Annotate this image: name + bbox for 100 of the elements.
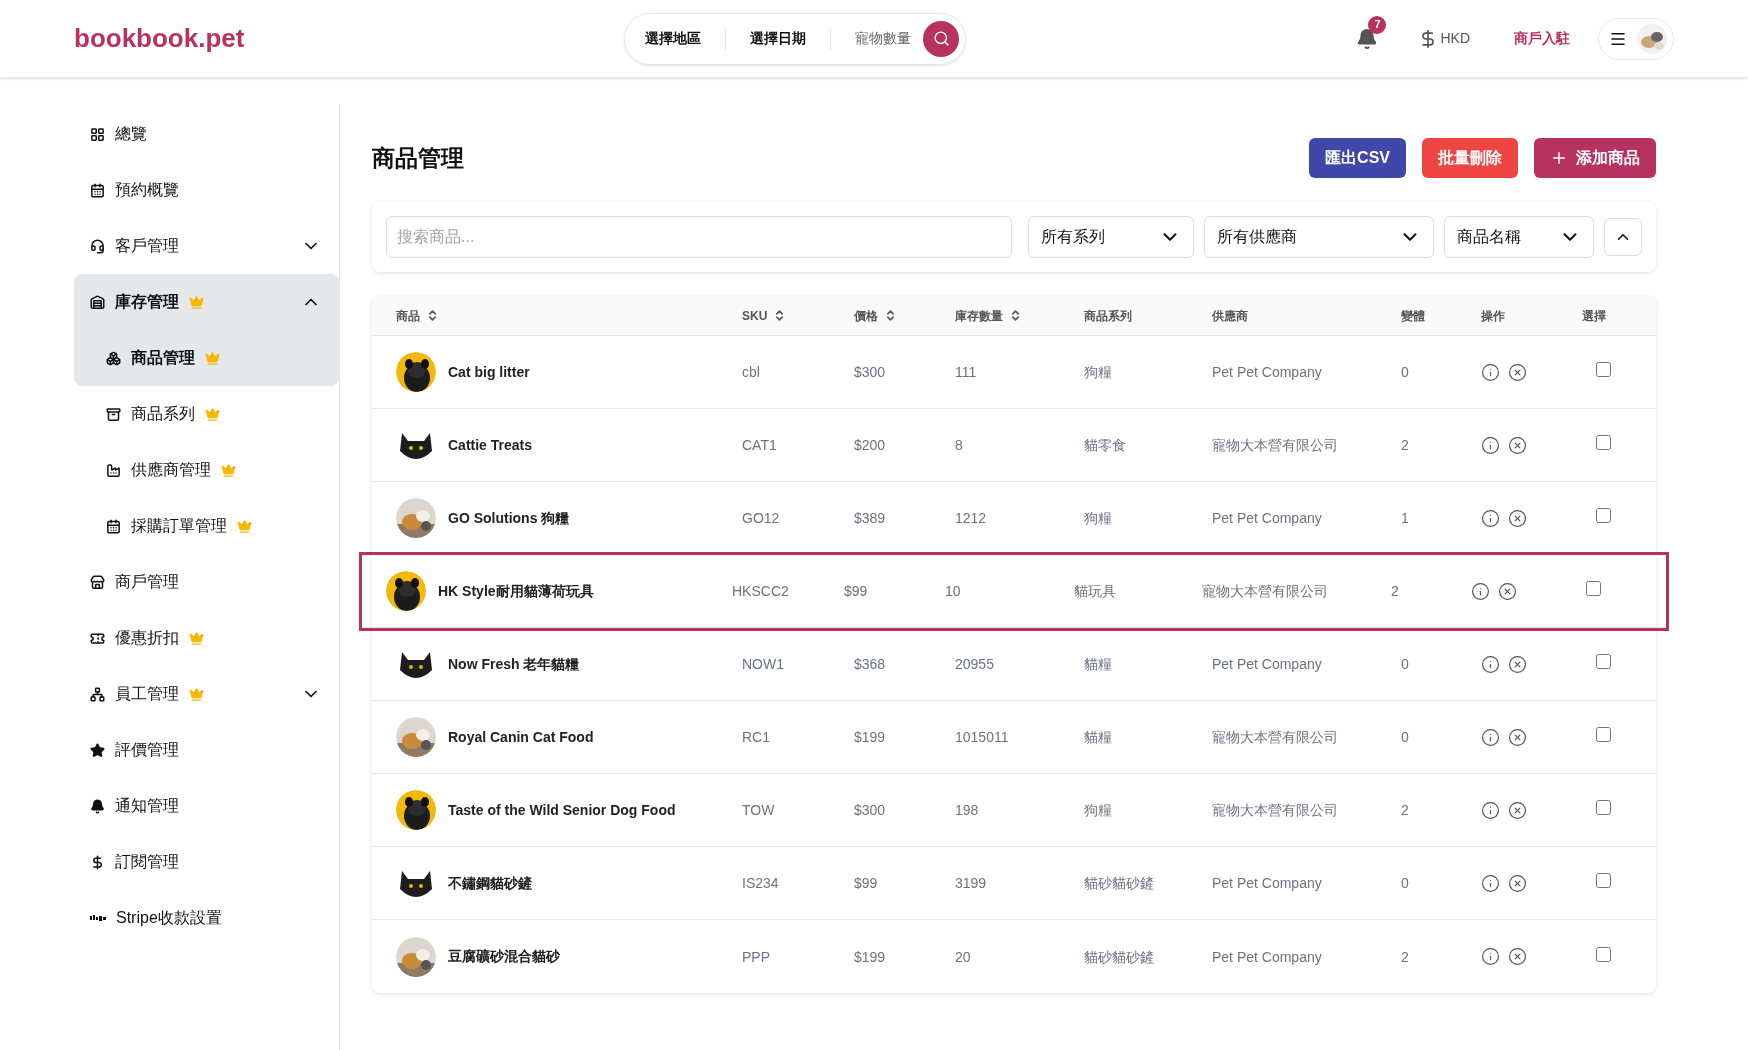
sidebar-item[interactable]: 供應商管理 — [74, 442, 339, 498]
row-checkbox[interactable] — [1596, 946, 1611, 962]
sidebar-item[interactable]: Stripe收款設置 — [74, 890, 339, 946]
delete-icon[interactable] — [1508, 947, 1527, 966]
delete-icon[interactable] — [1508, 800, 1527, 820]
search-field[interactable]: 搜索商品... — [386, 216, 1012, 258]
currency-selector[interactable]: HKD — [1440, 28, 1470, 49]
row-checkbox[interactable] — [1596, 362, 1611, 377]
table-cell: $368 — [854, 656, 886, 672]
sidebar-item[interactable]: 通知管理 — [74, 778, 339, 834]
product-name: GO Solutions 狗糧 — [448, 508, 570, 528]
sidebar-item[interactable]: 預約概覽 — [74, 162, 339, 218]
info-icon[interactable] — [1481, 508, 1500, 528]
column-header: 變體 — [1401, 307, 1425, 325]
sidebar-item[interactable]: 商品系列 — [74, 386, 339, 442]
delete-icon[interactable] — [1508, 727, 1527, 747]
stripe-logo-icon — [90, 915, 106, 921]
store-icon — [90, 574, 105, 590]
table-cell: 2 — [1401, 802, 1409, 818]
table-cell: 20 — [955, 948, 971, 965]
table-cell: 0 — [1401, 729, 1409, 745]
table-cell: 寵物大本營有限公司 — [1202, 583, 1328, 599]
sort-icon[interactable] — [1009, 309, 1022, 322]
headset-icon — [90, 238, 105, 254]
sidebar-item[interactable]: 商戶管理 — [74, 554, 339, 610]
info-icon[interactable] — [1481, 435, 1500, 455]
search-segment[interactable]: 選擇日期 — [750, 28, 806, 49]
info-icon[interactable] — [1481, 727, 1500, 747]
delete-icon[interactable] — [1498, 581, 1517, 601]
sidebar-item[interactable]: 優惠折扣 — [74, 610, 339, 666]
table-cell: CAT1 — [742, 437, 777, 453]
row-checkbox[interactable] — [1596, 654, 1611, 669]
info-icon[interactable] — [1481, 800, 1500, 820]
warehouse-icon — [90, 294, 105, 310]
row-checkbox[interactable] — [1596, 435, 1611, 450]
info-icon[interactable] — [1481, 873, 1500, 893]
bell-icon — [90, 798, 105, 814]
table-cell: 1015011 — [955, 729, 1009, 745]
info-icon[interactable] — [1481, 654, 1500, 674]
sidebar-item[interactable]: 客戶管理 — [74, 218, 339, 274]
search-segment[interactable]: 寵物數量 — [855, 28, 911, 49]
sidebar-item[interactable]: 評價管理 — [74, 722, 339, 778]
table-cell: 貓砂貓砂鏟 — [1084, 875, 1154, 891]
table-cell: $300 — [854, 802, 886, 818]
table-cell: $199 — [854, 948, 886, 965]
delete-icon[interactable] — [1508, 873, 1527, 893]
info-icon[interactable] — [1481, 362, 1500, 382]
add-button[interactable]: 添加商品 — [1534, 138, 1656, 178]
table-cell: 2 — [1401, 948, 1409, 965]
sort-icon[interactable] — [884, 309, 897, 322]
filter-select[interactable]: 所有供應商 — [1204, 216, 1434, 258]
delete-button[interactable]: 批量刪除 — [1422, 138, 1518, 178]
calendar-icon — [90, 182, 105, 198]
column-header[interactable]: SKU — [742, 306, 768, 325]
table-cell: 10 — [945, 583, 961, 599]
table-cell: 2 — [1401, 437, 1409, 453]
column-header[interactable]: 價格 — [854, 306, 878, 325]
product-name: 不鏽鋼貓砂鏟 — [448, 873, 532, 893]
sidebar-item[interactable]: 商品管理 — [74, 330, 339, 386]
table-cell: $99 — [854, 875, 878, 891]
sidebar-item[interactable]: 庫存管理 — [74, 274, 339, 330]
delete-icon[interactable] — [1508, 362, 1527, 382]
info-icon[interactable] — [1471, 581, 1490, 601]
search-segment[interactable]: 選擇地區 — [645, 28, 701, 49]
product-name: Cat big litter — [448, 362, 530, 382]
dollar-icon — [90, 854, 105, 870]
row-checkbox[interactable] — [1596, 873, 1611, 888]
column-header[interactable]: 庫存數量 — [955, 306, 1003, 325]
sidebar-item[interactable]: 總覽 — [74, 106, 339, 162]
product-name: Royal Canin Cat Food — [448, 727, 594, 747]
export-button[interactable]: 匯出CSV — [1309, 138, 1406, 178]
merchant-link[interactable]: 商戶入駐 — [1514, 28, 1570, 49]
row-checkbox[interactable] — [1596, 727, 1611, 742]
bell-icon[interactable] — [1356, 27, 1379, 50]
delete-icon[interactable] — [1508, 508, 1527, 528]
delete-icon[interactable] — [1508, 435, 1527, 455]
search-button[interactable] — [923, 20, 959, 57]
product-name: HK Style耐用貓薄荷玩具 — [438, 581, 594, 601]
row-checkbox[interactable] — [1586, 581, 1601, 596]
sidebar-item[interactable]: 員工管理 — [74, 666, 339, 722]
table-cell: Pet Pet Company — [1212, 364, 1322, 380]
row-checkbox[interactable] — [1596, 800, 1611, 815]
logo[interactable]: bookbook.pet — [74, 19, 624, 58]
filter-select[interactable]: 所有系列 — [1028, 216, 1194, 258]
delete-icon[interactable] — [1508, 654, 1527, 674]
row-checkbox[interactable] — [1596, 508, 1611, 523]
table-cell: GO12 — [742, 510, 780, 526]
column-header: 供應商 — [1212, 307, 1248, 325]
star-icon — [90, 742, 105, 758]
sidebar-item[interactable]: 訂閱管理 — [74, 834, 339, 890]
table-cell: IS234 — [742, 875, 779, 891]
info-icon[interactable] — [1481, 947, 1500, 966]
column-header[interactable]: 商品 — [396, 306, 420, 325]
table-cell: TOW — [742, 802, 775, 818]
sort-icon[interactable] — [426, 309, 439, 322]
sidebar-item[interactable]: 採購訂單管理 — [74, 498, 339, 554]
column-header: 選擇 — [1582, 307, 1606, 325]
table-cell: 寵物大本營有限公司 — [1212, 729, 1338, 745]
table-cell: $300 — [854, 364, 886, 380]
filter-select[interactable]: 商品名稱 — [1444, 216, 1594, 258]
